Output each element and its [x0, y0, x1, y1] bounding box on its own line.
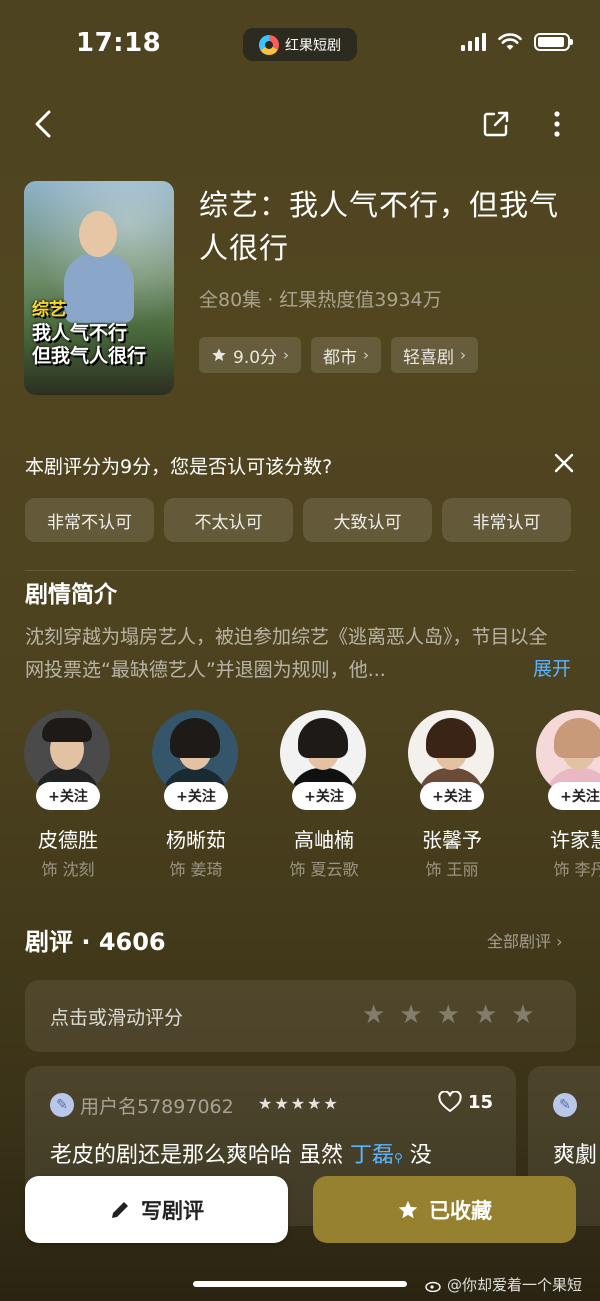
rating-chip[interactable]: 9.0分 › [199, 337, 302, 373]
home-indicator[interactable] [193, 1281, 407, 1287]
status-icons [461, 33, 573, 51]
mention-link[interactable]: 丁磊 [350, 1143, 394, 1168]
follow-button[interactable]: +关注 [420, 782, 484, 810]
battery-icon [534, 33, 573, 51]
rating-options: 非常不认可 不太认可 大致认可 非常认可 [25, 498, 571, 542]
favorited-button[interactable]: 已收藏 [313, 1176, 576, 1243]
role-name: 饰 夏云歌 [289, 860, 359, 879]
pencil-icon [112, 1201, 128, 1218]
follow-button[interactable]: +关注 [164, 782, 228, 810]
wifi-icon [498, 33, 522, 50]
follow-button[interactable]: +关注 [36, 782, 100, 810]
cast-member[interactable]: +关注 张馨予 饰 王丽 [408, 710, 496, 879]
follow-button[interactable]: +关注 [548, 782, 600, 810]
role-name: 饰 王丽 [425, 860, 479, 879]
more-button[interactable] [544, 108, 570, 140]
star-icon[interactable]: ★ [511, 1002, 534, 1028]
cast-member[interactable]: +关注 皮德胜 饰 沈刻 [24, 710, 112, 879]
actor-name: 张馨予 [422, 828, 482, 852]
back-button[interactable] [28, 108, 58, 140]
genre-chip-urban[interactable]: 都市 › [311, 337, 382, 373]
star-icon [398, 1200, 418, 1218]
star-icon [212, 348, 226, 361]
poster-title: 综艺 我人气不行 但我气人很行 [32, 300, 147, 367]
cast-list: +关注 皮德胜 饰 沈刻 +关注 杨晰茹 饰 姜琦 +关注 高岫楠 饰 夏云歌 … [24, 710, 600, 880]
genre-chip-comedy[interactable]: 轻喜剧 › [391, 337, 479, 373]
star-icon[interactable]: ★ [399, 1002, 422, 1028]
actor-name: 杨晰茹 [166, 828, 226, 852]
option-agree[interactable]: 大致认可 [303, 498, 432, 542]
share-button[interactable] [480, 108, 512, 140]
all-reviews-link[interactable]: 全部剧评 › [487, 928, 563, 952]
review-text: 爽劇 [553, 1143, 598, 1168]
rating-stars[interactable]: ★ ★ ★ ★ ★ [362, 1002, 535, 1028]
option-disagree[interactable]: 不太认可 [164, 498, 293, 542]
synopsis-text: 沈刻穿越为塌房艺人，被迫参加综艺《逃离恶人岛》，节目以全网投票选“最缺德艺人”并… [25, 626, 548, 681]
chevron-right-icon: › [283, 346, 290, 364]
role-name: 饰 沈刻 [41, 860, 95, 879]
drama-meta: 全80集 · 红果热度值3934万 [199, 289, 442, 311]
weibo-icon [425, 1281, 441, 1292]
rating-question: 本剧评分为9分，您是否认可该分数? [25, 456, 333, 478]
cast-member[interactable]: +关注 杨晰茹 饰 姜琦 [152, 710, 240, 879]
more-vertical-icon [554, 111, 560, 137]
tag-chips: 9.0分 › 都市 › 轻喜剧 › [199, 337, 479, 373]
like-count: 15 [468, 1091, 494, 1113]
star-icon[interactable]: ★ [474, 1002, 497, 1028]
search-icon: ⚲ [394, 1151, 403, 1165]
follow-button[interactable]: +关注 [292, 782, 356, 810]
section-divider [25, 570, 575, 571]
star-icon[interactable]: ★ [437, 1002, 460, 1028]
synopsis-heading: 剧情简介 [25, 582, 117, 608]
close-icon [554, 453, 574, 473]
watermark: @你却爱着一个果短 [425, 1274, 582, 1295]
actor-name: 皮德胜 [38, 828, 98, 852]
app-indicator-pill[interactable]: 红果短剧 [243, 28, 357, 61]
review-username: 用户名57897062 [80, 1096, 234, 1118]
share-icon [483, 111, 509, 137]
heart-icon [438, 1091, 462, 1112]
review-stars: ★★★★★ [258, 1094, 340, 1113]
review-text: 老皮的剧还是那么爽哈哈 虽然 丁磊⚲ 没 [50, 1143, 432, 1168]
star-icon[interactable]: ★ [362, 1002, 385, 1028]
signal-icon [461, 33, 486, 51]
avatar: ✎ [553, 1093, 577, 1117]
status-time: 17:18 [76, 28, 162, 58]
chevron-right-icon: › [460, 346, 467, 364]
drama-poster[interactable]: 综艺 我人气不行 但我气人很行 [24, 181, 174, 395]
cast-member[interactable]: +关注 许家慧 饰 李丹 [536, 710, 600, 879]
avatar: ✎ [50, 1093, 74, 1117]
chevron-right-icon: › [363, 346, 370, 364]
app-logo-icon [259, 34, 279, 55]
actor-name: 许家慧 [550, 828, 600, 852]
app-name: 红果短剧 [285, 37, 341, 54]
actor-name: 高岫楠 [294, 828, 354, 852]
drama-title: 综艺：我人气不行，但我气人很行 [199, 188, 560, 265]
write-review-button[interactable]: 写剧评 [25, 1176, 288, 1243]
option-strongly-disagree[interactable]: 非常不认可 [25, 498, 154, 542]
chevron-left-icon [35, 110, 51, 138]
expand-synopsis-link[interactable]: 展开 [533, 654, 571, 681]
role-name: 饰 李丹 [553, 860, 600, 879]
like-button[interactable]: 15 [438, 1091, 493, 1113]
close-prompt-button[interactable] [551, 450, 577, 476]
role-name: 饰 姜琦 [169, 860, 223, 879]
option-strongly-agree[interactable]: 非常认可 [442, 498, 571, 542]
rate-label: 点击或滑动评分 [50, 1007, 184, 1029]
reviews-heading: 剧评 · 4606 [25, 928, 166, 956]
cast-member[interactable]: +关注 高岫楠 饰 夏云歌 [280, 710, 368, 879]
